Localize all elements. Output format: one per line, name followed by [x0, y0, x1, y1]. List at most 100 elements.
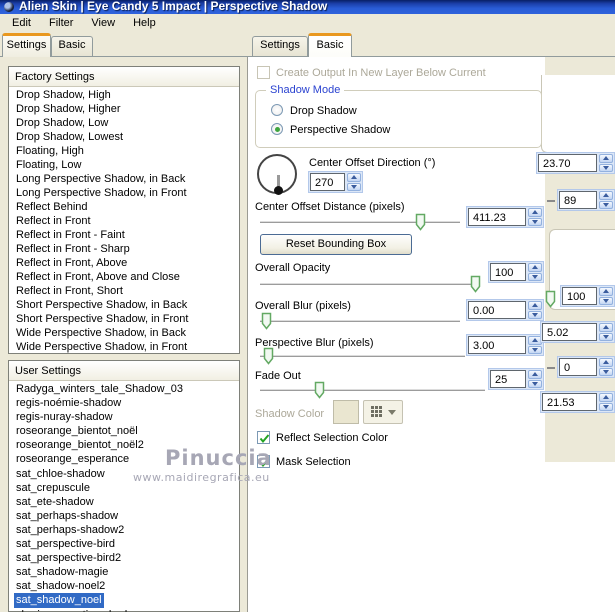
list-item[interactable]: sat_crepuscule [9, 481, 239, 495]
list-item[interactable]: Wide Perspective Shadow, in Back [9, 326, 239, 340]
shadow-color-swatch[interactable] [333, 400, 359, 424]
list-item[interactable]: Radyga_winters_tale_Shadow_03 [9, 382, 239, 396]
spin-up-button[interactable] [347, 173, 361, 182]
perspective-shadow-radio[interactable] [271, 123, 283, 135]
list-item[interactable]: Reflect in Front, Above [9, 256, 239, 270]
list-item[interactable]: Reflect in Front, Above and Close [9, 270, 239, 284]
spin-up-button[interactable] [528, 301, 542, 310]
spin-down-button[interactable] [599, 163, 613, 172]
list-item[interactable]: sat_perspective-bird [9, 537, 239, 551]
list-item[interactable]: shari-perspective-shadow [9, 608, 239, 612]
tab-basic-left[interactable]: Basic [51, 36, 93, 56]
perspective-blur-slider-thumb[interactable] [263, 347, 274, 365]
list-item[interactable]: Long Perspective Shadow, in Front [9, 186, 239, 200]
background-value-field[interactable]: 89 [559, 191, 597, 209]
list-item[interactable]: sat_perhaps-shadow2 [9, 523, 239, 537]
opacity-slider-track[interactable] [260, 284, 480, 285]
spin-down-button[interactable] [528, 379, 542, 388]
list-item[interactable]: sat_perhaps-shadow [9, 509, 239, 523]
list-item[interactable]: Reflect in Front [9, 214, 239, 228]
spin-up-button[interactable] [528, 263, 542, 272]
list-item[interactable]: Floating, High [9, 144, 239, 158]
overall-blur-slider-track[interactable] [260, 321, 460, 322]
menu-edit[interactable]: Edit [4, 15, 41, 31]
spin-down-button[interactable] [599, 367, 613, 376]
background-value-field[interactable]: 5.02 [542, 323, 597, 341]
create-output-checkbox[interactable] [257, 66, 270, 79]
background-value-field[interactable]: 100 [562, 287, 597, 305]
spin-up-button[interactable] [599, 358, 613, 367]
distance-slider-thumb[interactable] [415, 213, 426, 231]
spin-up-button[interactable] [528, 208, 542, 217]
reset-bounding-box-button[interactable]: Reset Bounding Box [260, 234, 412, 255]
list-item[interactable]: Drop Shadow, High [9, 88, 239, 102]
spin-up-button[interactable] [599, 154, 613, 163]
list-item[interactable]: Reflect Behind [9, 200, 239, 214]
list-item[interactable]: Reflect in Front, Short [9, 284, 239, 298]
mask-selection-checkbox[interactable] [257, 455, 270, 468]
list-item[interactable]: Wide Perspective Shadow, in Front [9, 340, 239, 354]
perspective-blur-value-field[interactable]: 3.00 [468, 336, 526, 354]
background-slider-thumb[interactable] [545, 290, 556, 308]
distance-slider-track[interactable] [260, 222, 460, 223]
list-item[interactable]: regis-nuray-shadow [9, 410, 239, 424]
list-item[interactable]: regis-noémie-shadow [9, 396, 239, 410]
list-item[interactable]: Floating, Low [9, 158, 239, 172]
list-item-selected[interactable]: sat_shadow_noel [9, 593, 239, 608]
list-item[interactable]: Long Perspective Shadow, in Back [9, 172, 239, 186]
spin-down-button[interactable] [599, 332, 613, 341]
spin-up-button[interactable] [528, 370, 542, 379]
list-item[interactable]: roseorange_esperance [9, 452, 239, 466]
spin-up-button[interactable] [599, 323, 613, 332]
spin-down-button[interactable] [347, 182, 361, 191]
list-item[interactable]: Reflect in Front - Sharp [9, 242, 239, 256]
spin-down-button[interactable] [599, 296, 613, 305]
color-picker-dropdown[interactable] [363, 400, 403, 424]
spin-down-button[interactable] [528, 310, 542, 319]
background-value-field[interactable]: 21.53 [542, 393, 597, 411]
drop-shadow-radio[interactable] [271, 104, 283, 116]
list-item[interactable]: sat_perspective-bird2 [9, 551, 239, 565]
list-item[interactable]: Reflect in Front - Faint [9, 228, 239, 242]
spin-down-button[interactable] [528, 272, 542, 281]
list-item[interactable]: Short Perspective Shadow, in Front [9, 312, 239, 326]
opacity-value-field[interactable]: 100 [490, 263, 526, 281]
distance-value-field[interactable]: 411.23 [468, 208, 526, 226]
list-item[interactable]: sat_shadow-magie [9, 565, 239, 579]
menu-view[interactable]: View [83, 15, 125, 31]
list-item[interactable]: Drop Shadow, Higher [9, 102, 239, 116]
overall-blur-slider-thumb[interactable] [261, 312, 272, 330]
list-item[interactable]: Drop Shadow, Low [9, 116, 239, 130]
tab-settings-left[interactable]: Settings [2, 33, 51, 57]
list-item[interactable]: Short Perspective Shadow, in Back [9, 298, 239, 312]
background-value-field[interactable]: 0 [559, 358, 597, 376]
dial-handle[interactable] [274, 186, 283, 195]
list-item[interactable]: roseorange_bientot_noël [9, 424, 239, 438]
spin-up-button[interactable] [599, 287, 613, 296]
spin-down-button[interactable] [528, 217, 542, 226]
tab-settings-right[interactable]: Settings [252, 36, 308, 56]
overall-blur-value-field[interactable]: 0.00 [468, 301, 526, 319]
spin-up-button[interactable] [599, 393, 613, 402]
fade-out-slider-track[interactable] [260, 390, 485, 391]
list-item[interactable]: sat_shadow-noel2 [9, 579, 239, 593]
list-item[interactable]: sat_chloe-shadow [9, 467, 239, 481]
tab-basic-right[interactable]: Basic [308, 33, 352, 57]
perspective-blur-slider-track[interactable] [260, 356, 465, 357]
list-item[interactable]: Drop Shadow, Lowest [9, 130, 239, 144]
opacity-slider-thumb[interactable] [470, 275, 481, 293]
spin-down-button[interactable] [528, 345, 542, 354]
direction-value-field[interactable]: 270 [310, 173, 345, 191]
direction-dial[interactable] [257, 154, 301, 198]
spin-down-button[interactable] [599, 200, 613, 209]
spin-up-button[interactable] [599, 191, 613, 200]
reflect-selection-color-checkbox[interactable] [257, 431, 270, 444]
fade-out-slider-thumb[interactable] [314, 381, 325, 399]
fade-out-value-field[interactable]: 25 [490, 370, 526, 388]
spin-down-button[interactable] [599, 402, 613, 411]
list-item[interactable]: roseorange_bientot_noël2 [9, 438, 239, 452]
menu-filter[interactable]: Filter [41, 15, 83, 31]
background-value-field[interactable]: 23.70 [538, 154, 597, 172]
menu-help[interactable]: Help [125, 15, 166, 31]
list-item[interactable]: sat_ete-shadow [9, 495, 239, 509]
